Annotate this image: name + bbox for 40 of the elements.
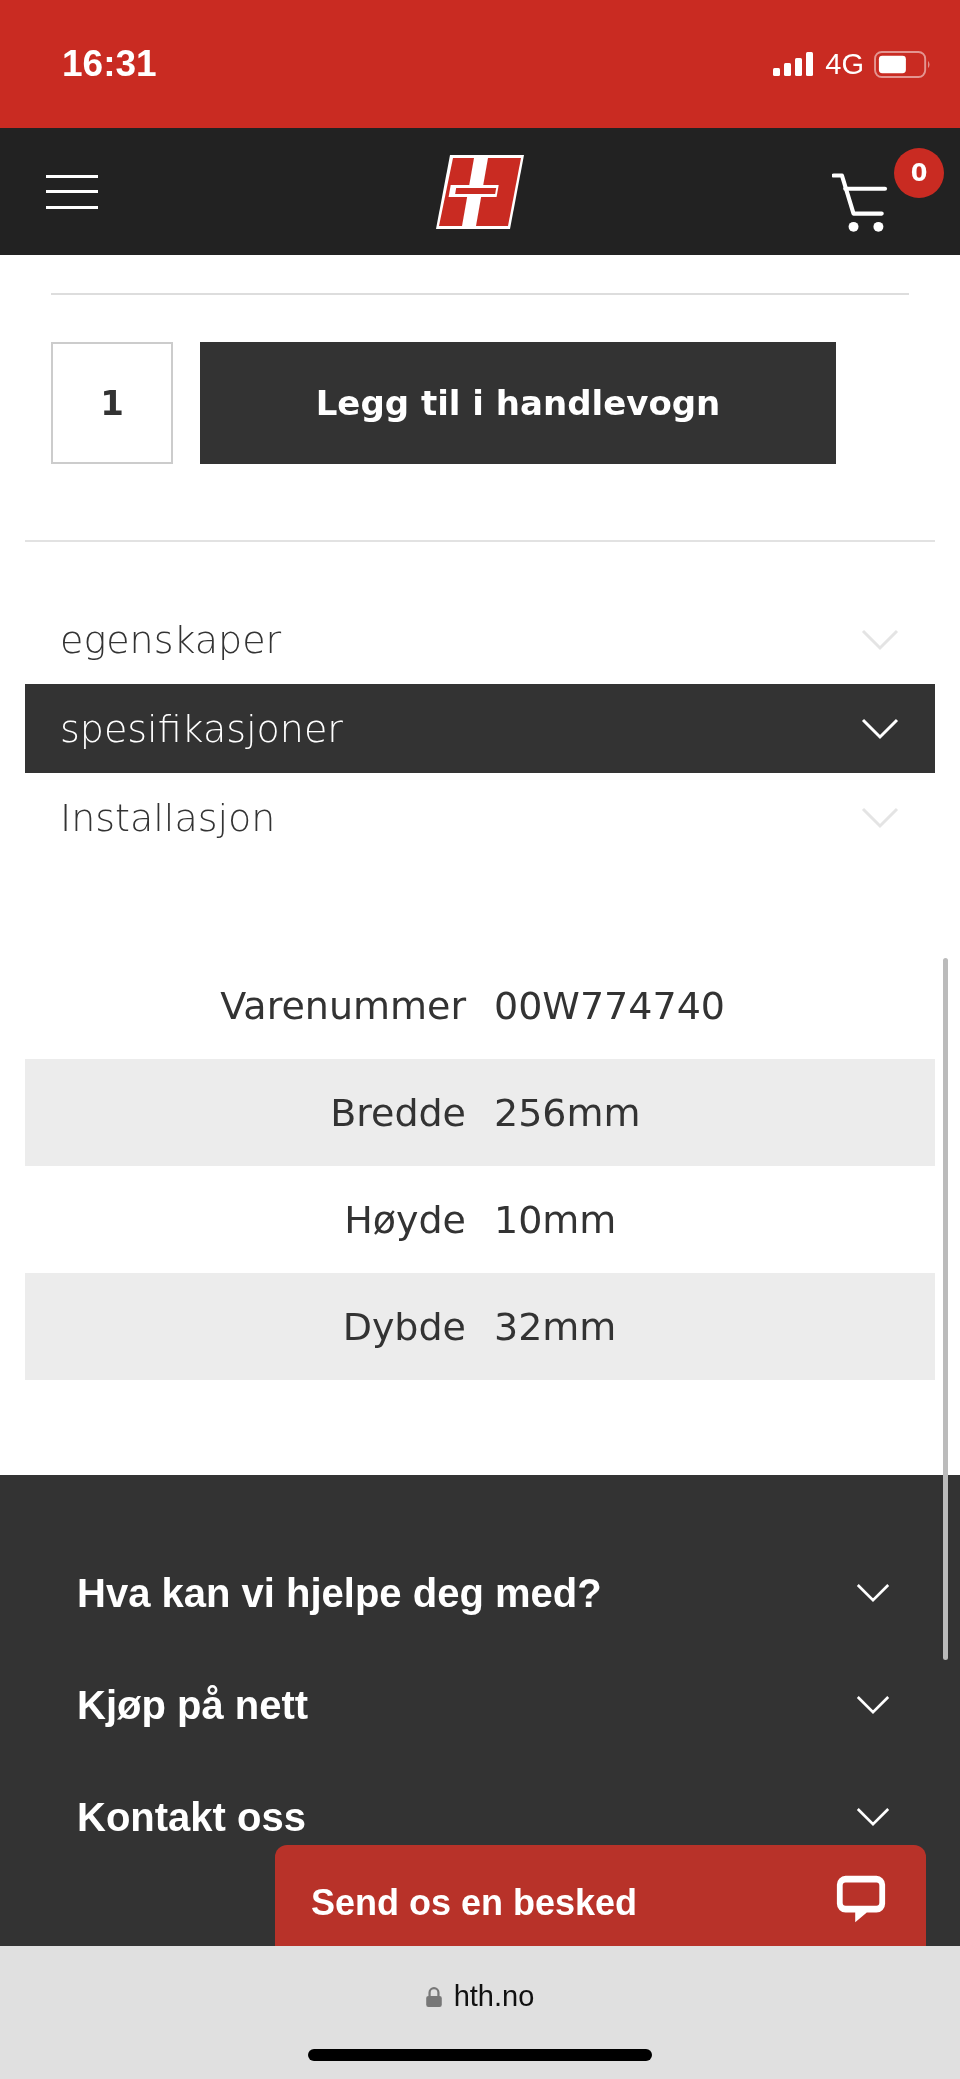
accordion-label: Installasjon — [60, 795, 276, 840]
spec-value: 32mm — [494, 1304, 617, 1349]
chevron-icon — [861, 628, 899, 651]
footer-heading: Kjøp på nett — [77, 1682, 309, 1728]
footer-heading: Hva kan vi hjelpe deg med? — [77, 1570, 602, 1616]
accordion-tab[interactable]: spesifikasjoner — [25, 684, 935, 773]
spec-label: Bredde — [329, 1090, 466, 1135]
accordion-tab[interactable]: egenskaper — [25, 595, 935, 684]
lock-icon — [425, 1986, 442, 2007]
cart-count-badge: 0 — [894, 147, 944, 198]
footer-heading: Kontakt oss — [77, 1794, 306, 1840]
chevron-icon — [856, 1583, 890, 1603]
chevron-icon — [861, 806, 899, 829]
chevron-icon — [861, 717, 899, 740]
chevron-icon — [856, 1695, 890, 1715]
battery-icon — [874, 50, 932, 78]
cart-icon[interactable] — [832, 171, 890, 232]
spec-value: 00W774740 — [494, 983, 725, 1028]
quantity-field[interactable]: 1 — [51, 342, 173, 464]
address-field[interactable]: hth.no — [425, 1980, 535, 2013]
clock-time: 16:31 — [62, 43, 157, 85]
accordion-label: egenskaper — [60, 617, 282, 662]
chat-button[interactable]: Send os en besked — [275, 1845, 926, 1946]
spec-value: 256mm — [494, 1090, 641, 1135]
signal-icon — [773, 52, 816, 76]
footer-accordion-item[interactable]: Hva kan vi hjelpe deg med? — [77, 1573, 890, 1613]
network-label: 4G — [825, 47, 864, 81]
accordion-label: spesifikasjoner — [60, 706, 343, 751]
spec-label: Varenummer — [219, 983, 466, 1028]
chevron-icon — [856, 1807, 890, 1827]
logo-icon[interactable] — [436, 154, 524, 229]
spec-label: Dybde — [341, 1304, 466, 1349]
spec-label: Høyde — [343, 1197, 466, 1242]
footer-accordion-item[interactable]: Kontakt oss — [77, 1797, 890, 1837]
add-to-cart-button[interactable]: Legg til i handlevogn — [200, 342, 836, 464]
footer-accordion-item[interactable]: Kjøp på nett — [77, 1685, 890, 1725]
menu-icon[interactable] — [46, 174, 98, 209]
accordion-tab[interactable]: Installasjon — [25, 773, 935, 862]
url-text: hth.no — [453, 1980, 535, 2013]
spec-value: 10mm — [494, 1197, 617, 1242]
